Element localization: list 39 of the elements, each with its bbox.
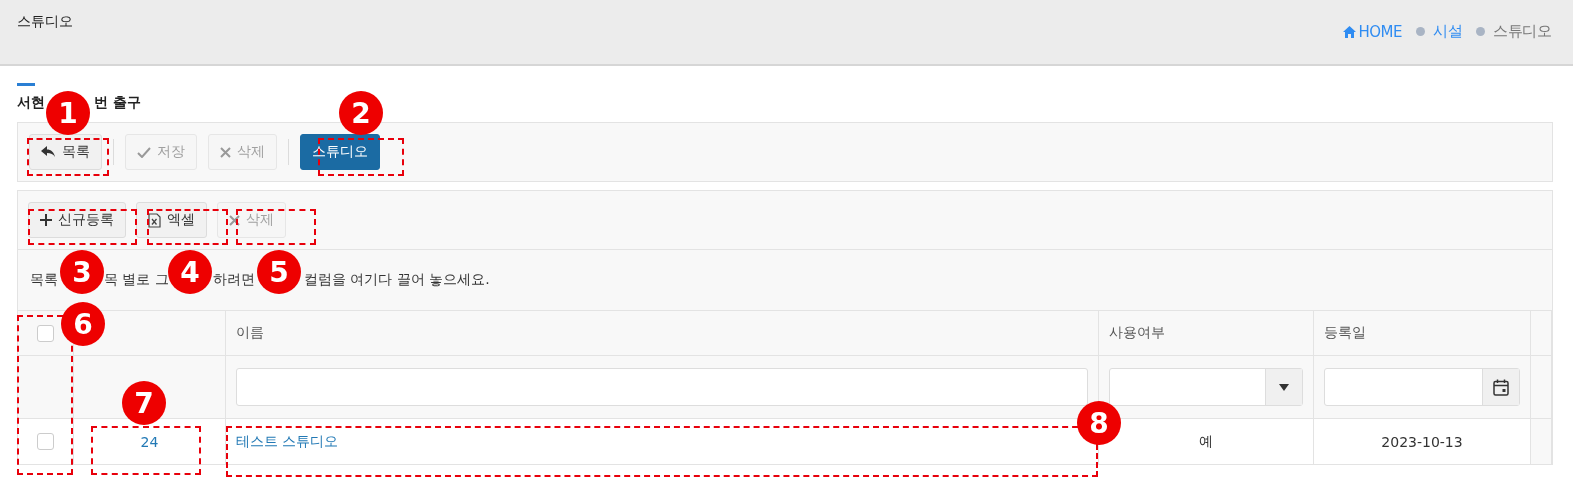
select-all-checkbox[interactable] — [37, 324, 54, 342]
home-icon — [1343, 25, 1357, 38]
grid-toolbar-button[interactable]: 신규등록 — [28, 202, 126, 238]
toolbar-button[interactable]: 목록 — [29, 134, 102, 170]
column-header[interactable]: 등록일 — [1314, 311, 1531, 356]
studio-button[interactable]: 스튜디오 — [300, 134, 380, 170]
page-title: 스튜디오 — [17, 13, 73, 31]
row-number-link[interactable]: 24 — [140, 433, 159, 450]
table-cell: 예 — [1199, 432, 1213, 451]
date-filter-field[interactable] — [1324, 368, 1520, 406]
group-hint-text: 목록 — [30, 271, 58, 287]
reply-arrow-icon — [41, 146, 56, 158]
breadcrumb-link[interactable]: 시설 — [1433, 22, 1462, 41]
breadcrumb-link[interactable]: HOME — [1343, 22, 1402, 41]
studio-name-link[interactable]: 테스트 스튜디오 — [236, 432, 339, 451]
callout-number: 1 — [46, 91, 90, 135]
section-title: 번 출구 — [94, 94, 141, 112]
spreadsheet-icon — [148, 212, 161, 228]
section-title: 서현 — [17, 94, 45, 112]
close-icon — [220, 146, 231, 158]
column-header[interactable]: 사용여부 — [1099, 311, 1314, 356]
bullet-icon — [1476, 27, 1485, 36]
caret-icon — [1279, 383, 1289, 391]
group-hint-text: 목 별로 그 — [104, 271, 169, 287]
filter-field[interactable] — [236, 368, 1088, 406]
plus-icon — [40, 214, 52, 226]
bullet-icon — [1416, 27, 1425, 36]
calendar-icon — [1493, 378, 1509, 396]
close-icon — [229, 214, 240, 226]
filter-dropdown[interactable] — [1109, 368, 1303, 406]
check-icon — [137, 146, 151, 158]
grid-toolbar-button[interactable]: 엑셀 — [136, 202, 207, 238]
group-hint-text: 컬럼을 여기다 끌어 놓으세요. — [304, 271, 490, 287]
column-header[interactable]: 이름 — [226, 311, 1099, 356]
callout-number: 2 — [339, 91, 383, 135]
table-cell: 2023-10-13 — [1381, 433, 1463, 450]
breadcrumb-current: 스튜디오 — [1493, 22, 1551, 41]
group-hint-text: 하려면 — [213, 271, 255, 287]
row-checkbox[interactable] — [37, 433, 54, 450]
